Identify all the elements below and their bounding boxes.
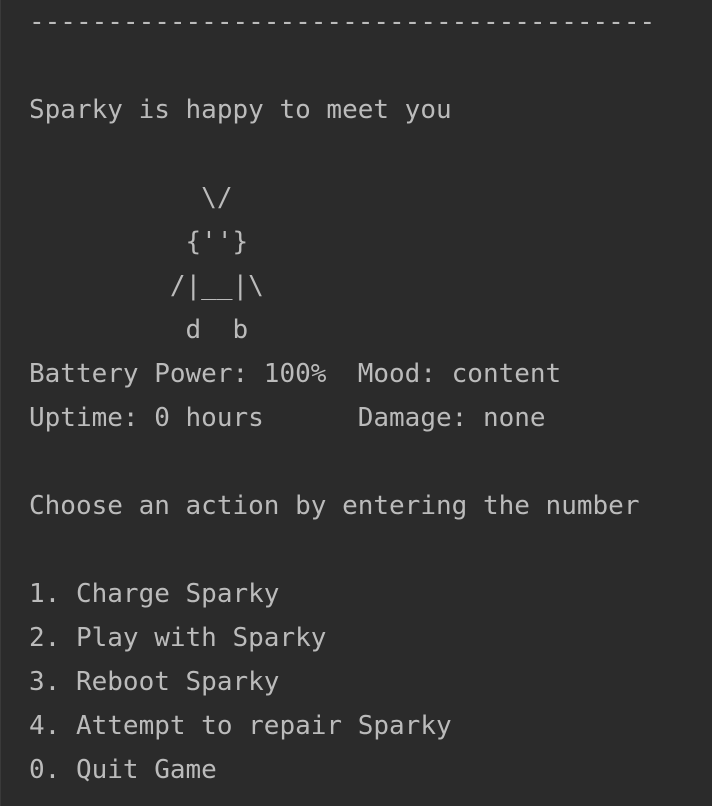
ascii-art-antenna: \/ xyxy=(29,183,233,213)
menu-option-play: 2. Play with Sparky xyxy=(29,623,327,653)
ascii-art-head: {''} xyxy=(29,227,249,257)
separator-line: ---------------------------------------- xyxy=(29,7,656,37)
status-battery-mood: Battery Power: 100% Mood: content xyxy=(29,359,562,389)
menu-option-reboot: 3. Reboot Sparky xyxy=(29,667,280,697)
ascii-art-feet: d b xyxy=(29,315,249,345)
menu-option-repair: 4. Attempt to repair Sparky xyxy=(29,711,452,741)
action-prompt: Choose an action by entering the number xyxy=(29,491,640,521)
console-output: ----------------------------------------… xyxy=(0,0,712,806)
menu-option-charge: 1. Charge Sparky xyxy=(29,579,280,609)
status-uptime-damage: Uptime: 0 hours Damage: none xyxy=(29,403,546,433)
greeting-line: Sparky is happy to meet you xyxy=(29,95,452,125)
menu-option-quit: 0. Quit Game xyxy=(29,755,217,785)
ascii-art-body: /|__|\ xyxy=(29,271,264,301)
